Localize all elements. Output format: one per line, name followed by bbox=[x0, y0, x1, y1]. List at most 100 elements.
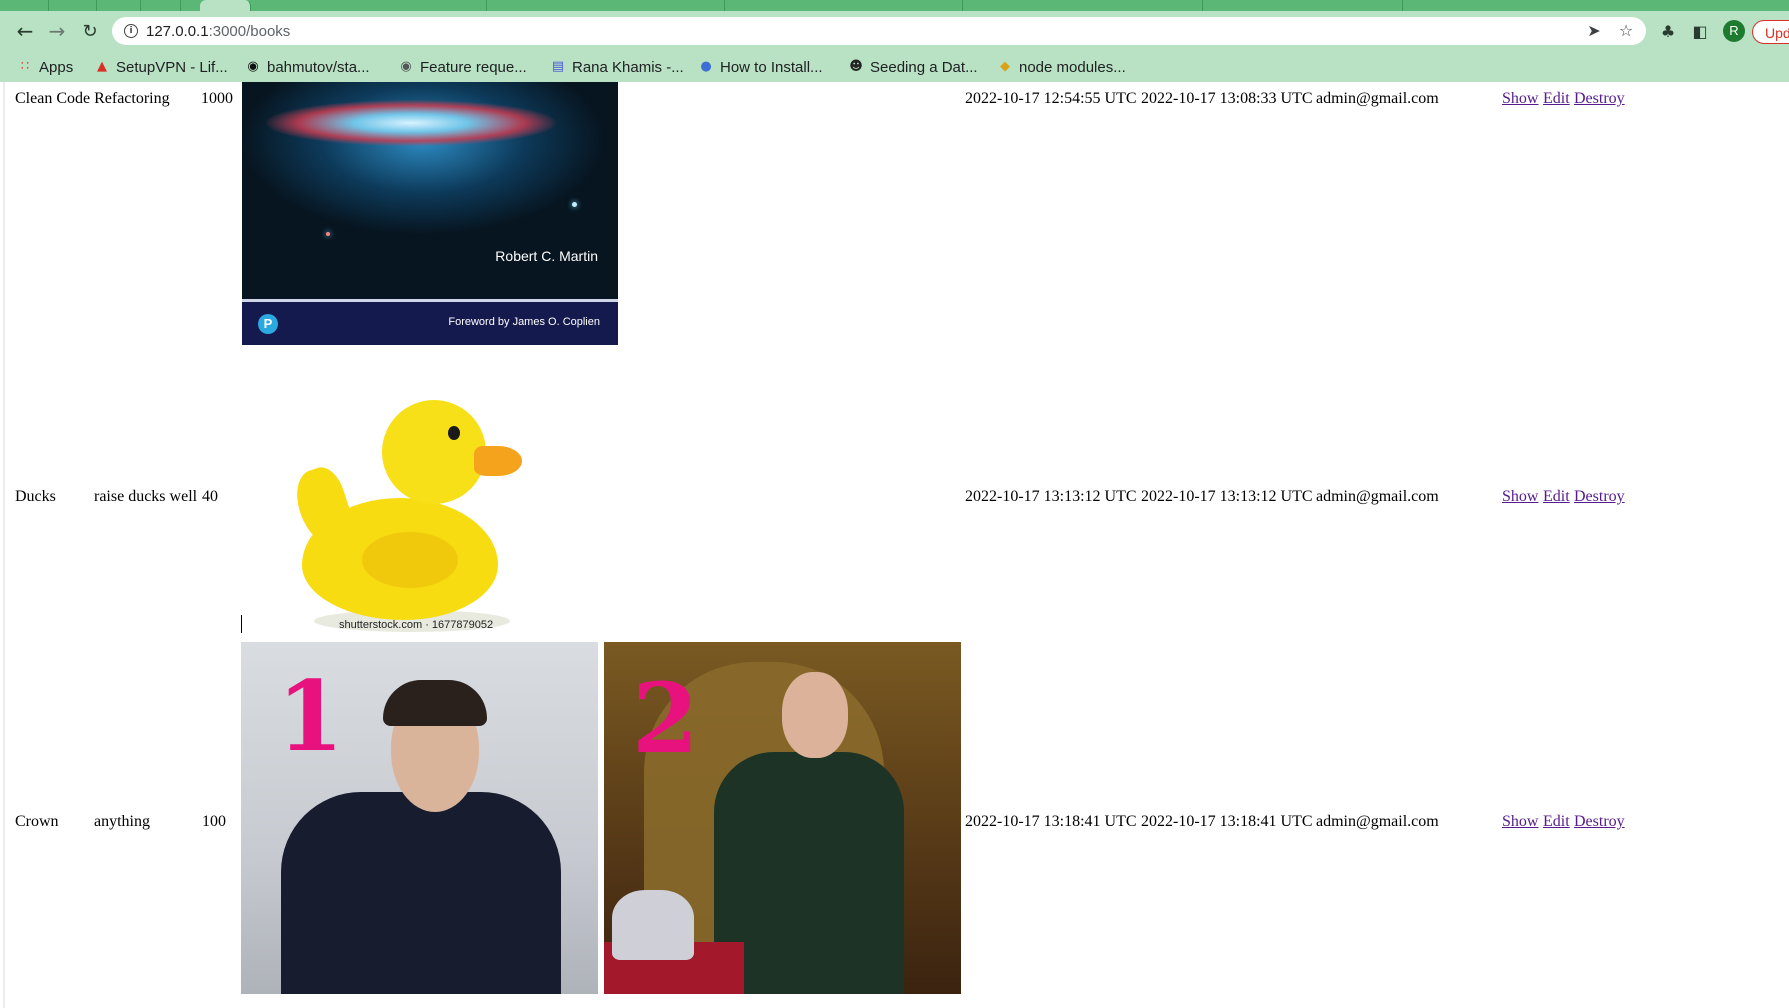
bookmark-seeding-a-dat[interactable]: ☻ Seeding a Dat... bbox=[848, 57, 978, 77]
book-price: 40 bbox=[202, 488, 218, 505]
updated-at: 2022-10-17 13:18:41 UTC bbox=[1141, 813, 1313, 830]
created-at: 2022-10-17 13:18:41 UTC bbox=[965, 813, 1137, 830]
duck-eye-graphic bbox=[448, 426, 460, 440]
vpn-icon: ▲ bbox=[97, 59, 107, 74]
browser-toolbar: ← → ↻ i 127.0.0.1:3000/books ➤ ☆ ♣ ◧ R U… bbox=[0, 11, 1789, 51]
browser-tab[interactable] bbox=[724, 0, 963, 11]
edit-link[interactable]: Edit bbox=[1543, 813, 1570, 831]
bookmark-rana-khamis[interactable]: ▤ Rana Khamis -... bbox=[550, 57, 684, 77]
forward-arrow-icon[interactable]: → bbox=[45, 19, 69, 43]
url-path: :3000/books bbox=[208, 23, 291, 40]
bookmark-label: SetupVPN - Lif... bbox=[116, 58, 228, 76]
browser-tab[interactable] bbox=[96, 0, 141, 11]
tab-strip bbox=[0, 0, 1789, 11]
doc-icon: ▤ bbox=[551, 59, 565, 74]
bookmark-label: Feature reque... bbox=[420, 58, 527, 76]
face-graphic bbox=[782, 672, 848, 758]
duck-head-graphic bbox=[382, 400, 486, 504]
browser-tab[interactable] bbox=[48, 0, 97, 11]
browser-tab-active[interactable] bbox=[200, 0, 251, 11]
site-info-icon[interactable]: i bbox=[124, 24, 138, 38]
browser-tab[interactable] bbox=[0, 0, 49, 11]
show-link[interactable]: Show bbox=[1502, 90, 1538, 108]
duck-beak-graphic bbox=[474, 446, 522, 476]
book-title: Clean Code Refactoring bbox=[15, 90, 170, 107]
bookmark-star-icon[interactable]: ☆ bbox=[1616, 21, 1636, 41]
bookmark-label: Seeding a Dat... bbox=[870, 58, 978, 76]
books-table: Clean Code Refactoring 1000 Robert C. Ma… bbox=[0, 82, 1789, 1008]
cover-band: P Foreword by James O. Coplien bbox=[242, 299, 618, 345]
book-price: 1000 bbox=[201, 90, 233, 107]
crown-graphic bbox=[612, 890, 694, 960]
created-at: 2022-10-17 12:54:55 UTC bbox=[965, 90, 1137, 107]
update-button[interactable]: Upd bbox=[1752, 20, 1789, 44]
star-graphic bbox=[572, 202, 577, 207]
bookmark-apps[interactable]: ∷ Apps bbox=[17, 57, 73, 77]
book-image-2: 2 bbox=[604, 642, 961, 994]
send-icon[interactable]: ➤ bbox=[1584, 21, 1604, 41]
user-email: admin@gmail.com bbox=[1316, 90, 1439, 107]
image-number-label: 1 bbox=[277, 660, 344, 773]
url-text[interactable]: 127.0.0.1:3000/books bbox=[146, 23, 290, 40]
browser-tab[interactable] bbox=[140, 0, 181, 11]
book-title: Ducks bbox=[15, 488, 56, 505]
node-icon: ◆ bbox=[1000, 59, 1010, 74]
bookmark-label: How to Install... bbox=[720, 58, 823, 76]
side-panel-icon[interactable]: ◧ bbox=[1689, 21, 1711, 43]
bookmark-label: Rana Khamis -... bbox=[572, 58, 684, 76]
reload-icon[interactable]: ↻ bbox=[78, 19, 102, 43]
bookmark-label: Apps bbox=[39, 58, 74, 76]
text-caret bbox=[241, 615, 242, 633]
book-description: anything bbox=[94, 813, 150, 830]
hair-graphic bbox=[383, 680, 487, 726]
show-link[interactable]: Show bbox=[1502, 813, 1538, 831]
image-number-label: 2 bbox=[632, 662, 699, 775]
bookmark-label: bahmutov/sta... bbox=[267, 58, 370, 76]
browser-tab[interactable] bbox=[1202, 0, 1403, 11]
cover-foreword: Foreword by James O. Coplien bbox=[448, 316, 600, 328]
destroy-link[interactable]: Destroy bbox=[1574, 813, 1625, 831]
bookmark-label: node modules... bbox=[1019, 58, 1126, 76]
destroy-link[interactable]: Destroy bbox=[1574, 488, 1625, 506]
apps-grid-icon: ∷ bbox=[20, 59, 30, 74]
show-link[interactable]: Show bbox=[1502, 488, 1538, 506]
extensions-puzzle-icon[interactable]: ♣ bbox=[1657, 21, 1679, 43]
created-at: 2022-10-17 13:13:12 UTC bbox=[965, 488, 1137, 505]
book-cover-image: Robert C. Martin P Foreword by James O. … bbox=[242, 82, 618, 345]
book-image-1: 1 bbox=[241, 642, 598, 994]
github-icon: ◉ bbox=[400, 59, 412, 74]
bookmark-how-to-install[interactable]: ● How to Install... bbox=[698, 57, 823, 77]
book-description: raise ducks well bbox=[94, 488, 198, 505]
bookmark-node-modules[interactable]: ◆ node modules... bbox=[997, 57, 1126, 77]
browser-tab[interactable] bbox=[486, 0, 725, 11]
github-icon: ◉ bbox=[247, 59, 259, 74]
suit-graphic bbox=[281, 792, 561, 994]
updated-at: 2022-10-17 13:13:12 UTC bbox=[1141, 488, 1313, 505]
user-email: admin@gmail.com bbox=[1316, 813, 1439, 830]
profile-avatar[interactable]: R bbox=[1723, 20, 1745, 42]
user-email: admin@gmail.com bbox=[1316, 488, 1439, 505]
browser-tab[interactable] bbox=[250, 0, 487, 11]
image-watermark: shutterstock.com · 1677879052 bbox=[339, 619, 494, 631]
edit-link[interactable]: Edit bbox=[1543, 488, 1570, 506]
globe-icon: ● bbox=[700, 59, 712, 74]
bookmark-feature-request[interactable]: ◉ Feature reque... bbox=[398, 57, 527, 77]
publisher-logo-icon: P bbox=[258, 314, 278, 334]
url-host: 127.0.0.1 bbox=[146, 23, 209, 40]
person-icon: ☻ bbox=[849, 59, 863, 74]
cover-author: Robert C. Martin bbox=[495, 248, 598, 264]
address-bar[interactable]: i 127.0.0.1:3000/books ➤ ☆ bbox=[112, 17, 1646, 45]
edit-link[interactable]: Edit bbox=[1543, 90, 1570, 108]
back-arrow-icon[interactable]: ← bbox=[13, 19, 37, 43]
bookmarks-bar: ∷ Apps ▲ SetupVPN - Lif... ◉ bahmutov/st… bbox=[0, 51, 1789, 82]
galaxy-graphic bbox=[266, 100, 556, 146]
star-graphic bbox=[326, 232, 330, 236]
bookmark-bahmutov[interactable]: ◉ bahmutov/sta... bbox=[245, 57, 370, 77]
book-price: 100 bbox=[202, 813, 226, 830]
duck-wing-graphic bbox=[362, 532, 458, 588]
destroy-link[interactable]: Destroy bbox=[1574, 90, 1625, 108]
book-cover-image bbox=[242, 384, 618, 636]
browser-tab[interactable] bbox=[962, 0, 1203, 11]
bookmark-setupvpn[interactable]: ▲ SetupVPN - Lif... bbox=[94, 57, 228, 77]
updated-at: 2022-10-17 13:08:33 UTC bbox=[1141, 90, 1313, 107]
